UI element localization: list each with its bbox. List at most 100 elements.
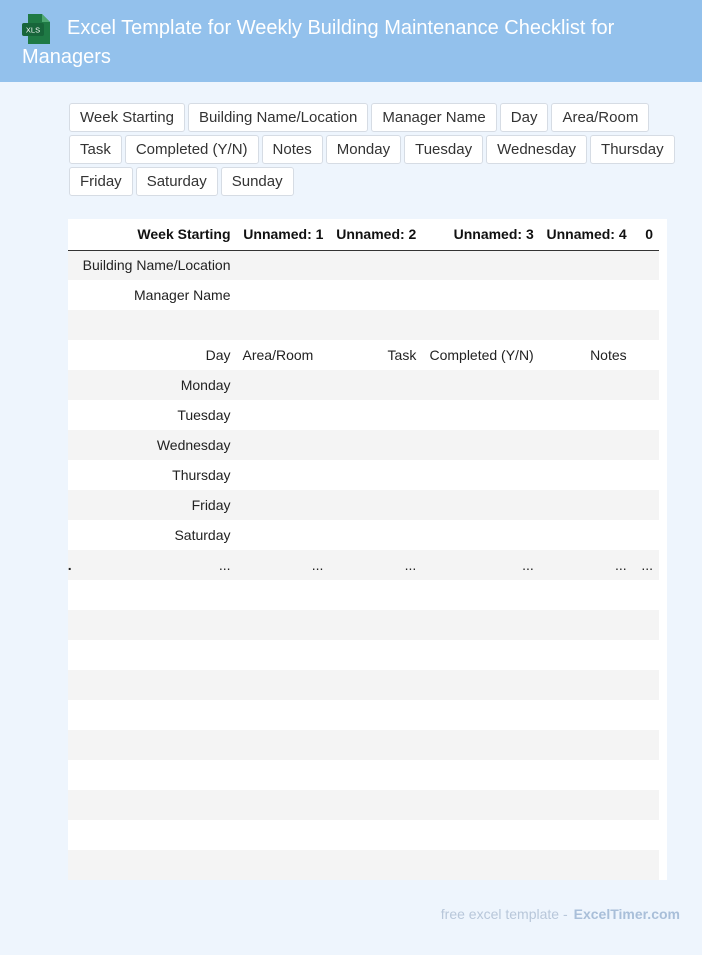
column-tag[interactable]: Wednesday — [486, 135, 588, 164]
table-cell — [539, 730, 633, 760]
table-cell: ... — [539, 550, 633, 580]
table-cell — [329, 430, 423, 460]
table-cell — [72, 760, 237, 790]
column-tag[interactable]: Task — [69, 135, 122, 164]
table-cell — [422, 400, 540, 430]
table-cell — [632, 580, 659, 610]
table-body: 0Building Name/Location1Manager Name23Da… — [68, 250, 659, 880]
column-tag[interactable]: Building Name/Location — [187, 103, 369, 132]
column-tag[interactable]: Tuesday — [404, 135, 484, 164]
table-cell — [632, 340, 659, 370]
table-cell — [632, 490, 659, 520]
table-cell — [236, 610, 330, 640]
column-tag[interactable]: Friday — [69, 167, 133, 196]
table-cell — [632, 820, 659, 850]
table-row: 8 — [68, 790, 659, 820]
column-header: Unnamed: 3 — [422, 219, 540, 251]
table-cell — [329, 310, 423, 340]
page-title: Excel Template for Weekly Building Maint… — [22, 17, 615, 68]
column-tag[interactable]: Monday — [325, 135, 402, 164]
table-cell — [72, 610, 237, 640]
table-row: ..................... — [68, 550, 659, 580]
column-tag[interactable]: Sunday — [220, 167, 294, 196]
table-cell — [632, 670, 659, 700]
table-cell — [422, 580, 540, 610]
table-cell — [72, 700, 237, 730]
table-cell — [632, 610, 659, 640]
table-cell: Manager Name — [72, 280, 237, 310]
column-tag-list: Week Starting Building Name/Location Manag… — [69, 103, 679, 199]
table-row: 0Building Name/Location — [68, 250, 659, 280]
table-header-row: Week Starting Unnamed: 1 Unnamed: 2 Unnamed… — [68, 219, 659, 251]
table-cell — [236, 730, 330, 760]
table-cell — [72, 310, 237, 340]
table-cell — [539, 400, 633, 430]
data-table-container[interactable]: Week Starting Unnamed: 1 Unnamed: 2 Unnamed… — [68, 219, 667, 880]
table-cell: Building Name/Location — [72, 250, 237, 280]
column-tag[interactable]: Manager Name — [371, 103, 497, 132]
table-cell: Friday — [72, 490, 237, 520]
column-tag[interactable]: Completed (Y/N) — [124, 135, 259, 164]
table-cell — [329, 850, 423, 880]
table-cell — [632, 730, 659, 760]
table-cell — [72, 850, 237, 880]
table-row: 8Friday — [68, 490, 659, 520]
table-cell — [236, 820, 330, 850]
column-tag[interactable]: Week Starting — [69, 103, 185, 132]
table-cell: Completed (Y/N) — [422, 340, 540, 370]
table-cell — [236, 670, 330, 700]
column-tag[interactable]: Day — [499, 103, 549, 132]
column-tag[interactable]: Notes — [261, 135, 323, 164]
table-cell — [236, 850, 330, 880]
column-tag[interactable]: Area/Room — [551, 103, 650, 132]
table-row: 9Saturday — [68, 520, 659, 550]
table-cell — [422, 520, 540, 550]
footer-brand-link[interactable]: ExcelTimer.com — [574, 906, 680, 922]
table-row: 3 — [68, 640, 659, 670]
table-cell — [236, 460, 330, 490]
table-cell: ... — [236, 550, 330, 580]
table-cell — [632, 520, 659, 550]
table-cell — [422, 700, 540, 730]
column-header: Unnamed: 2 — [329, 219, 423, 251]
table-cell — [422, 490, 540, 520]
page-header: XLS Excel Template for Weekly Building M… — [0, 0, 702, 82]
table-cell — [632, 850, 659, 880]
table-cell — [539, 490, 633, 520]
table-cell — [422, 850, 540, 880]
column-header: Unnamed: 1 — [236, 219, 330, 251]
table-cell — [632, 280, 659, 310]
table-cell — [422, 640, 540, 670]
table-cell — [422, 370, 540, 400]
table-cell — [329, 790, 423, 820]
table-cell — [329, 400, 423, 430]
table-cell: Tuesday — [72, 400, 237, 430]
table-cell: ... — [422, 550, 540, 580]
table-cell — [539, 760, 633, 790]
data-table: Week Starting Unnamed: 1 Unnamed: 2 Unnamed… — [68, 219, 659, 880]
table-cell — [72, 670, 237, 700]
table-cell — [329, 580, 423, 610]
table-cell — [236, 280, 330, 310]
table-cell — [539, 700, 633, 730]
table-cell — [236, 400, 330, 430]
table-row: 9 — [68, 820, 659, 850]
table-cell — [236, 640, 330, 670]
table-cell — [632, 370, 659, 400]
table-cell — [539, 520, 633, 550]
table-cell — [236, 760, 330, 790]
table-cell — [72, 790, 237, 820]
table-cell — [236, 580, 330, 610]
column-tag[interactable]: Saturday — [135, 167, 218, 196]
footer-text: free excel template - — [440, 906, 568, 922]
table-row: 1Manager Name — [68, 280, 659, 310]
table-cell — [329, 730, 423, 760]
column-tag[interactable]: Thursday — [590, 135, 675, 164]
table-cell — [236, 700, 330, 730]
table-cell — [329, 640, 423, 670]
table-cell — [539, 430, 633, 460]
table-cell — [539, 460, 633, 490]
table-cell — [632, 700, 659, 730]
table-cell — [236, 310, 330, 340]
table-cell — [422, 760, 540, 790]
